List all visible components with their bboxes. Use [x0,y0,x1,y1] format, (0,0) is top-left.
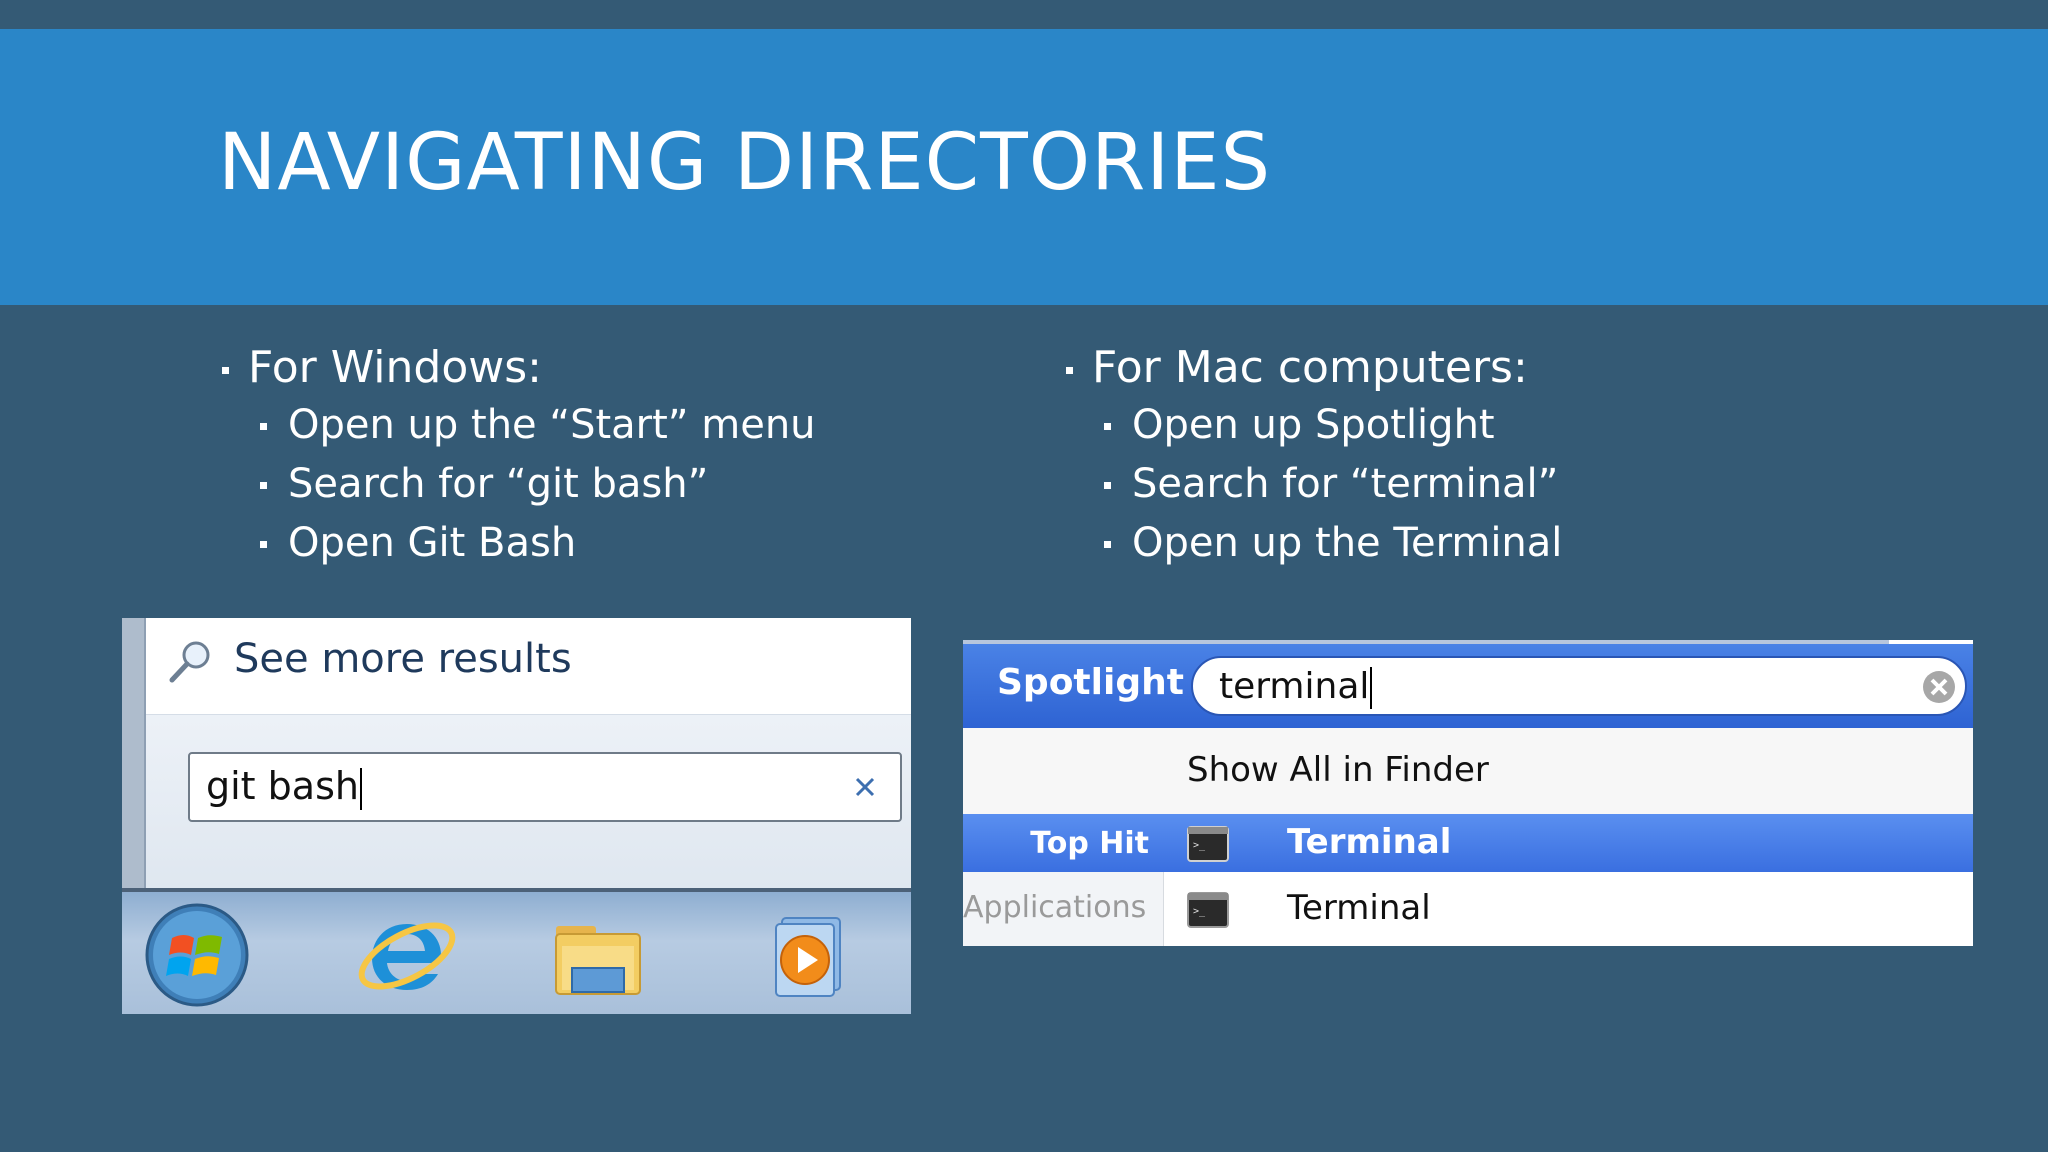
top-hit-row[interactable]: Top Hit >_ Terminal [963,814,1973,872]
mac-heading-item: For Mac computers: [1062,340,1562,396]
mac-step: Open up the Terminal [1062,514,1562,573]
mac-step: Search for “terminal” [1062,455,1562,514]
bullet-icon [222,367,229,374]
internet-explorer-icon[interactable] [352,902,462,1008]
spotlight-label: Spotlight [997,662,1184,703]
show-all-in-finder-row[interactable]: Show All in Finder [963,728,1973,815]
windows-start-orb-icon[interactable] [142,902,252,1008]
windows-step: Search for “git bash” [218,455,816,514]
spotlight-search-input[interactable]: terminal [1191,656,1967,716]
start-menu-panel: See more results git bash [144,618,911,888]
windows-step-text: Search for “git bash” [288,461,709,507]
bullet-icon [260,482,267,489]
top-hit-label: Top Hit [1030,826,1149,861]
start-search-value: git bash [206,764,362,810]
bullet-icon [260,423,267,430]
windows-step: Open Git Bash [218,514,816,573]
start-menu-edge [122,618,144,888]
svg-text:>_: >_ [1193,840,1206,851]
terminal-app-icon: >_ [1187,892,1229,928]
terminal-app-icon: >_ [1187,826,1229,862]
text-caret [359,767,362,810]
applications-row[interactable]: Applications >_ Terminal [963,872,1973,946]
spotlight-bar: Spotlight terminal [963,644,1973,728]
spotlight-search-value: terminal [1219,666,1373,709]
windows-heading-item: For Windows: [218,340,816,396]
windows-step: Open up the “Start” menu [218,396,816,455]
mac-instructions: For Mac computers: Open up Spotlight Sea… [1062,340,1562,573]
bullet-icon [1104,423,1111,430]
windows-step-text: Open Git Bash [288,520,577,566]
taskbar [122,888,911,1014]
start-search-input[interactable]: git bash [188,752,902,822]
mac-step-text: Open up Spotlight [1132,402,1495,448]
media-player-icon[interactable] [752,902,862,1008]
file-explorer-icon[interactable] [542,902,652,1008]
mac-step: Open up Spotlight [1062,396,1562,455]
bullet-icon [1104,541,1111,548]
top-hit-item-label: Terminal [1287,822,1452,862]
applications-label: Applications [963,890,1147,925]
applications-item-label: Terminal [1287,888,1431,928]
mac-step-text: Open up the Terminal [1132,520,1563,566]
clear-icon[interactable] [1921,669,1957,705]
text-caret [1370,667,1373,709]
bullet-icon [1104,482,1111,489]
mac-step-text: Search for “terminal” [1132,461,1559,507]
bullet-icon [1066,367,1073,374]
magnifier-icon [169,641,210,683]
mac-spotlight-screenshot: Spotlight terminal Show All in Finder To… [963,640,1973,946]
svg-text:>_: >_ [1193,906,1206,917]
show-all-in-finder-label: Show All in Finder [1187,750,1489,790]
mac-heading: For Mac computers: [1092,342,1528,393]
bullet-icon [260,541,267,548]
windows-heading: For Windows: [248,342,542,393]
see-more-results-link[interactable]: See more results [234,636,572,682]
windows-start-menu-screenshot: See more results git bash [122,618,911,1014]
windows-instructions: For Windows: Open up the “Start” menu Se… [218,340,816,573]
windows-step-text: Open up the “Start” menu [288,402,816,448]
slide-title: NAVIGATING DIRECTORIES [218,118,1272,208]
clear-icon[interactable] [854,776,876,798]
see-more-results-row[interactable]: See more results [146,618,911,715]
